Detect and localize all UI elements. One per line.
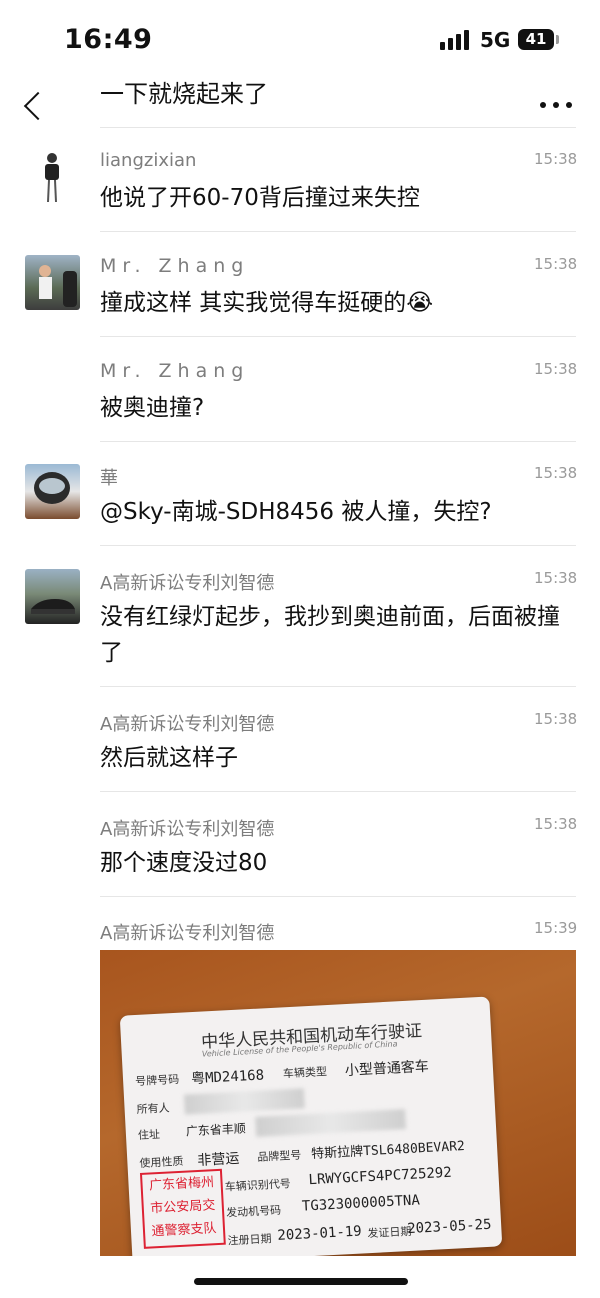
redacted-address — [255, 1109, 407, 1137]
message-text: 那个速度没过80 — [100, 850, 268, 876]
chevron-left-icon[interactable] — [20, 90, 53, 126]
message-image[interactable]: 中华人民共和国机动车行驶证 Vehicle License of the Peo… — [100, 950, 576, 1256]
type-label: 车辆类型 — [282, 1065, 328, 1081]
network-type: 5G — [480, 28, 511, 52]
message-time: 15:38 — [534, 360, 578, 378]
issue-date-value: 2023-05-25 — [406, 1216, 492, 1238]
avatar[interactable] — [25, 464, 80, 519]
message-text: 然后就这样子 — [100, 745, 238, 771]
message-text: 被奥迪撞? — [100, 395, 205, 421]
sender-name: liangzixian — [100, 150, 197, 171]
engine-label: 发动机号码 — [225, 1203, 282, 1220]
sender-name: Mr. Zhang — [100, 255, 250, 277]
message-text: 撞成这样 其实我觉得车挺硬的😭 — [100, 290, 434, 316]
message-item[interactable]: Mr. Zhang 15:38 撞成这样 其实我觉得车挺硬的😭 — [0, 255, 600, 337]
owner-label: 所有人 — [136, 1101, 170, 1117]
redacted-owner — [183, 1088, 305, 1115]
sender-name: A高新诉讼专利刘智德 — [100, 714, 275, 735]
message-time: 15:38 — [534, 815, 578, 833]
message-text: 他说了开60-70背后撞过来失控 — [100, 185, 420, 211]
avatar[interactable] — [25, 150, 80, 205]
use-label: 使用性质 — [139, 1154, 184, 1171]
engine-value: TG323000005TNA — [301, 1192, 421, 1215]
sender-name: 華 — [100, 468, 118, 489]
avatar[interactable] — [25, 255, 80, 310]
issue-date-label: 发证日期 — [367, 1224, 412, 1241]
message-item[interactable]: 華 15:38 @Sky-南城-SDH8456 被人撞，失控? — [0, 464, 600, 546]
use-value: 非营运 — [196, 1150, 240, 1169]
message-time: 15:38 — [534, 569, 578, 587]
signal-icon — [440, 30, 470, 50]
message-time: 15:39 — [534, 919, 578, 937]
plate-label: 号牌号码 — [134, 1072, 180, 1089]
message-time: 15:38 — [534, 150, 578, 168]
model-label: 品牌型号 — [256, 1148, 302, 1164]
type-value: 小型普通客车 — [344, 1058, 430, 1080]
home-indicator[interactable] — [194, 1278, 408, 1285]
message-text: @Sky-南城-SDH8456 被人撞，失控? — [100, 499, 492, 525]
plate-value: 粤MD24168 — [190, 1067, 265, 1088]
message-time: 15:38 — [534, 255, 578, 273]
sender-name: Mr. Zhang — [100, 360, 250, 382]
status-time: 16:49 — [64, 24, 153, 55]
address-value: 广东省丰顺 — [185, 1121, 247, 1139]
message-item[interactable]: A高新诉讼专利刘智德 15:38 然后就这样子 — [0, 710, 600, 792]
battery-cap — [556, 35, 559, 44]
vin-value: LRWYGCFS4PC725292 — [308, 1164, 453, 1189]
message-item[interactable]: Mr. Zhang 15:38 被奥迪撞? — [0, 360, 600, 442]
sender-name: A高新诉讼专利刘智德 — [100, 819, 275, 840]
vin-label: 车辆识别代号 — [224, 1177, 292, 1194]
reg-date-value: 2023-01-19 — [277, 1223, 363, 1244]
reg-date-label: 注册日期 — [227, 1232, 272, 1248]
address-label: 住址 — [137, 1127, 161, 1143]
message-item[interactable]: A高新诉讼专利刘智德 15:38 没有红绿灯起步，我抄到奥迪前面，后面被撞了 — [0, 569, 600, 687]
chat-header: 一下就烧起来了 — [0, 80, 600, 128]
message-item[interactable]: A高新诉讼专利刘智德 15:38 那个速度没过80 — [0, 815, 600, 897]
vehicle-license-card: 中华人民共和国机动车行驶证 Vehicle License of the Peo… — [119, 996, 503, 1256]
avatar[interactable] — [25, 569, 80, 624]
page-title: 一下就烧起来了 — [100, 80, 268, 108]
model-value: 特斯拉牌TSL6480BEVAR2 — [310, 1138, 466, 1163]
ellipsis-icon[interactable] — [540, 98, 574, 112]
police-stamp: 广东省梅州 市公安局交 通警察支队 — [139, 1168, 226, 1249]
message-time: 15:38 — [534, 464, 578, 482]
battery-icon: 41 — [518, 29, 554, 50]
message-text: 没有红绿灯起步，我抄到奥迪前面，后面被撞了 — [100, 604, 560, 666]
status-bar: 16:49 5G 41 — [0, 0, 600, 80]
sender-name: A高新诉讼专利刘智德 — [100, 573, 275, 594]
divider — [100, 127, 576, 128]
sender-name: A高新诉讼专利刘智德 — [100, 923, 275, 944]
message-item[interactable]: liangzixian 15:38 他说了开60-70背后撞过来失控 — [0, 150, 600, 232]
message-time: 15:38 — [534, 710, 578, 728]
message-item[interactable]: A高新诉讼专利刘智德 15:39 — [0, 919, 600, 949]
